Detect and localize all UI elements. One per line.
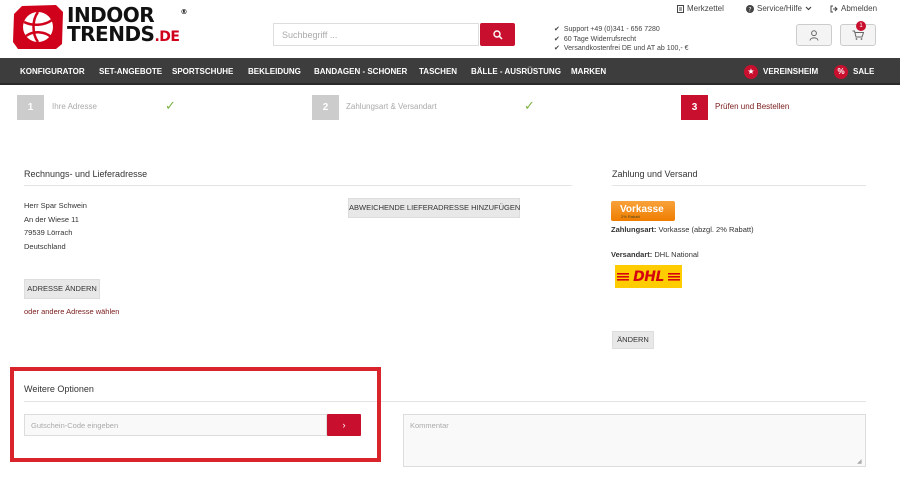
- highlight-frame: [10, 367, 381, 462]
- resize-handle-icon[interactable]: ◢: [857, 458, 862, 465]
- percent-icon: %: [834, 64, 848, 79]
- chevron-down-icon: [805, 6, 812, 11]
- shipping-method-line: Versandart: DHL National: [611, 250, 699, 259]
- nav-item-vereinsheim[interactable]: ★ VEREINSHEIM: [744, 58, 818, 85]
- address-street: An der Wiese 11: [24, 214, 79, 224]
- address-name: Herr Spar Schwein: [24, 201, 87, 210]
- nav-item-baelle-ausruestung[interactable]: BÄLLE - AUSRÜSTUNG: [471, 58, 561, 85]
- comment-textarea[interactable]: Kommentar: [403, 414, 866, 467]
- choose-other-address-link[interactable]: oder andere Adresse wählen: [24, 307, 119, 316]
- service-hilfe-link[interactable]: ? Service/Hilfe: [746, 4, 812, 13]
- star-icon: ★: [744, 64, 758, 79]
- usp-versand: Versandkostenfrei DE und AT ab 100,- €: [554, 44, 689, 54]
- nav-item-marken[interactable]: MARKEN: [571, 58, 606, 85]
- nav-item-set-angebote[interactable]: SET-ANGEBOTE: [99, 58, 162, 85]
- cart-icon: [852, 30, 864, 40]
- search-input[interactable]: Suchbegriff ...: [273, 23, 479, 46]
- help-icon: ?: [746, 4, 754, 13]
- abmelden-link[interactable]: Abmelden: [830, 4, 877, 13]
- step-1-number: 1: [17, 95, 44, 120]
- step-2-check-icon: ✓: [524, 98, 535, 113]
- nav-item-taschen[interactable]: TASCHEN: [419, 58, 457, 85]
- address-block: Herr Spar Schwein An der Wiese 11 79539 …: [24, 199, 87, 253]
- nav-item-sportschuhe[interactable]: SPORTSCHUHE: [172, 58, 233, 85]
- vorkasse-logo: Vorkasse 2% Rabatt: [611, 201, 675, 221]
- address-section-title: Rechnungs- und Lieferadresse: [24, 169, 148, 179]
- nav-item-bekleidung[interactable]: BEKLEIDUNG: [248, 58, 301, 85]
- volleyball-logo-icon: [13, 5, 63, 49]
- logo-tld: .DE: [154, 29, 180, 45]
- logout-icon: [830, 5, 838, 12]
- main-nav: KONFIGURATOR SET-ANGEBOTE SPORTSCHUHE BE…: [0, 58, 900, 85]
- change-payment-button[interactable]: ÄNDERN: [612, 331, 654, 349]
- cart-count-badge: 1: [856, 21, 866, 31]
- address-divider: [24, 185, 572, 186]
- step-1-label[interactable]: Ihre Adresse: [52, 102, 97, 111]
- account-button[interactable]: [796, 24, 832, 46]
- step-2-label[interactable]: Zahlungsart & Versandart: [346, 102, 437, 111]
- search-icon: [492, 29, 503, 40]
- payment-divider: [612, 185, 866, 186]
- nav-item-konfigurator[interactable]: KONFIGURATOR: [20, 58, 85, 85]
- change-address-button[interactable]: ADRESSE ÄNDERN: [24, 279, 100, 299]
- logo-registered: ®: [180, 8, 188, 16]
- nav-item-bandagen-schoner[interactable]: BANDAGEN - SCHONER: [314, 58, 407, 85]
- step-3-label: Prüfen und Bestellen: [715, 102, 790, 111]
- usp-widerruf: 60 Tage Widerrufsrecht: [554, 35, 689, 45]
- merkzettel-link[interactable]: Merkzettel: [677, 4, 724, 13]
- svg-text:?: ?: [748, 6, 751, 13]
- payment-method-value: Vorkasse (abzgl. 2% Rabatt): [658, 225, 754, 234]
- usp-support: Support +49 (0)341 - 656 7280: [554, 25, 689, 35]
- header: INDOOR TRENDS.DE ® Suchbegriff ... Suppo…: [0, 0, 900, 58]
- usp-list: Support +49 (0)341 - 656 7280 60 Tage Wi…: [554, 25, 689, 54]
- site-logo[interactable]: INDOOR TRENDS.DE ®: [12, 4, 187, 50]
- nav-item-sale[interactable]: % SALE: [834, 58, 874, 85]
- payment-section-title: Zahlung und Versand: [612, 169, 698, 179]
- logo-line2: TRENDS: [67, 22, 155, 46]
- user-icon: [809, 29, 819, 41]
- dhl-logo: DHL: [615, 265, 682, 288]
- step-2-number: 2: [312, 95, 339, 120]
- add-shipping-address-button[interactable]: ABWEICHENDE LIEFERADRESSE HINZUFÜGEN: [348, 198, 520, 218]
- step-1-check-icon: ✓: [165, 98, 176, 113]
- step-3-number: 3: [681, 95, 708, 120]
- payment-method-line: Zahlungsart: Vorkasse (abzgl. 2% Rabatt): [611, 225, 754, 234]
- search-button[interactable]: [480, 23, 515, 46]
- notepad-icon: [677, 4, 684, 13]
- address-country: Deutschland: [24, 241, 66, 251]
- address-city: 79539 Lörrach: [24, 228, 73, 237]
- shipping-method-value: DHL National: [654, 250, 699, 259]
